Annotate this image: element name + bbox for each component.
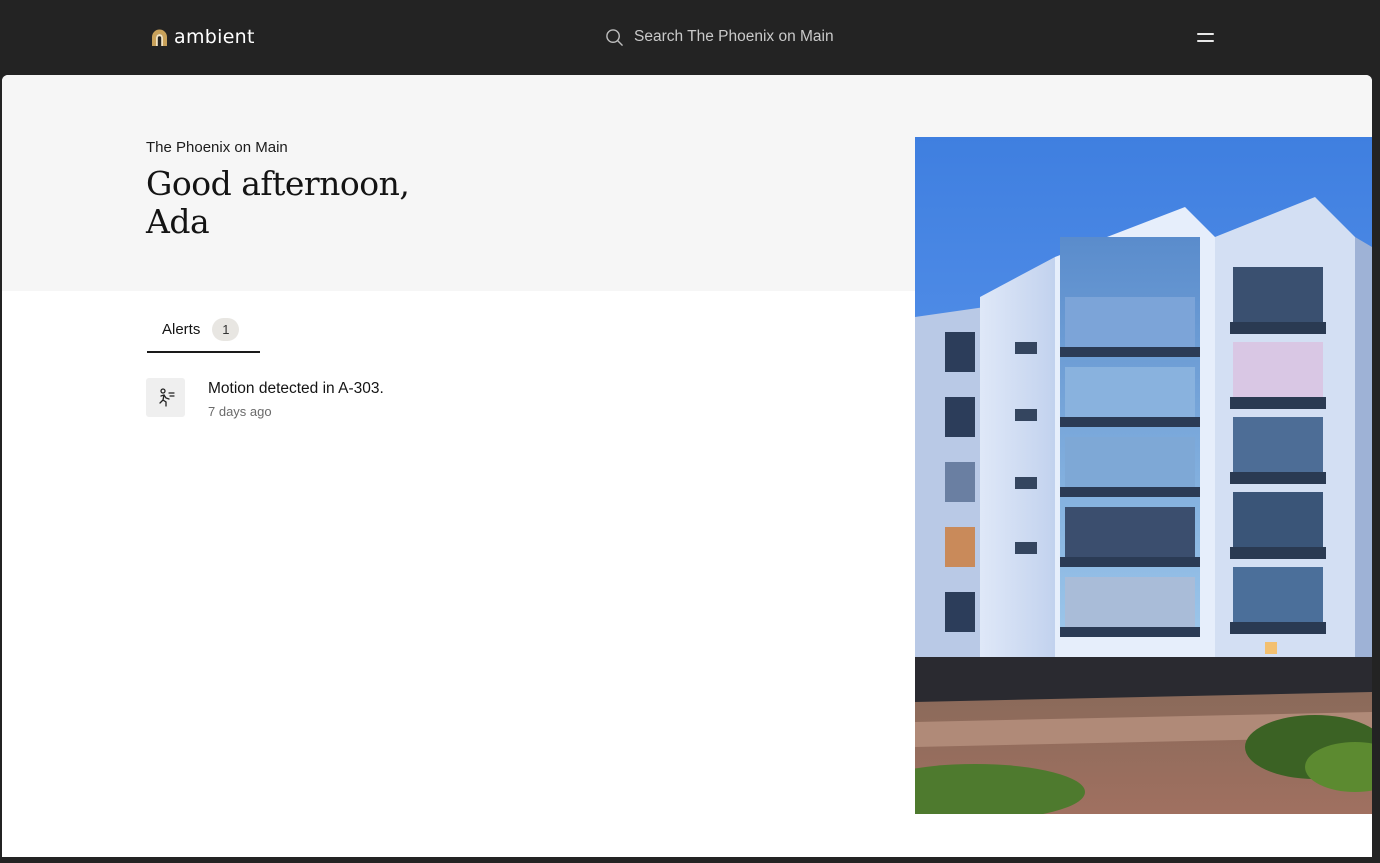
menu-line bbox=[1196, 32, 1214, 35]
property-photo bbox=[915, 137, 1372, 814]
greeting-line-2: Ada bbox=[146, 202, 210, 241]
alerts-count-badge: 1 bbox=[212, 318, 240, 341]
search-input[interactable]: Search The Phoenix on Main bbox=[634, 28, 834, 46]
menu-line bbox=[1196, 39, 1214, 42]
alert-text: Motion detected in A-303. 7 days ago bbox=[208, 378, 384, 422]
alert-title: Motion detected in A-303. bbox=[208, 380, 384, 397]
alert-timestamp: 7 days ago bbox=[208, 404, 272, 419]
brand-name: ambient bbox=[174, 26, 255, 48]
alert-icon-container bbox=[146, 378, 185, 417]
top-navigation-bar: ambient Search The Phoenix on Main bbox=[0, 0, 1380, 75]
main-content: The Phoenix on Main Good afternoon, Ada bbox=[2, 75, 1372, 857]
alert-list-item[interactable]: Motion detected in A-303. 7 days ago bbox=[146, 378, 646, 422]
greeting-line-1: Good afternoon, bbox=[146, 164, 410, 203]
running-person-icon bbox=[158, 387, 175, 407]
menu-icon[interactable] bbox=[1193, 26, 1217, 48]
search-bar[interactable]: Search The Phoenix on Main bbox=[605, 25, 834, 49]
logo-arch-icon bbox=[152, 29, 167, 46]
brand-logo[interactable]: ambient bbox=[151, 25, 255, 49]
greeting-heading: Good afternoon, Ada bbox=[146, 165, 446, 241]
search-icon bbox=[606, 28, 623, 46]
tab-alerts-label: Alerts bbox=[162, 321, 201, 338]
property-name: The Phoenix on Main bbox=[146, 139, 288, 156]
tab-alerts[interactable]: Alerts 1 bbox=[147, 315, 260, 353]
